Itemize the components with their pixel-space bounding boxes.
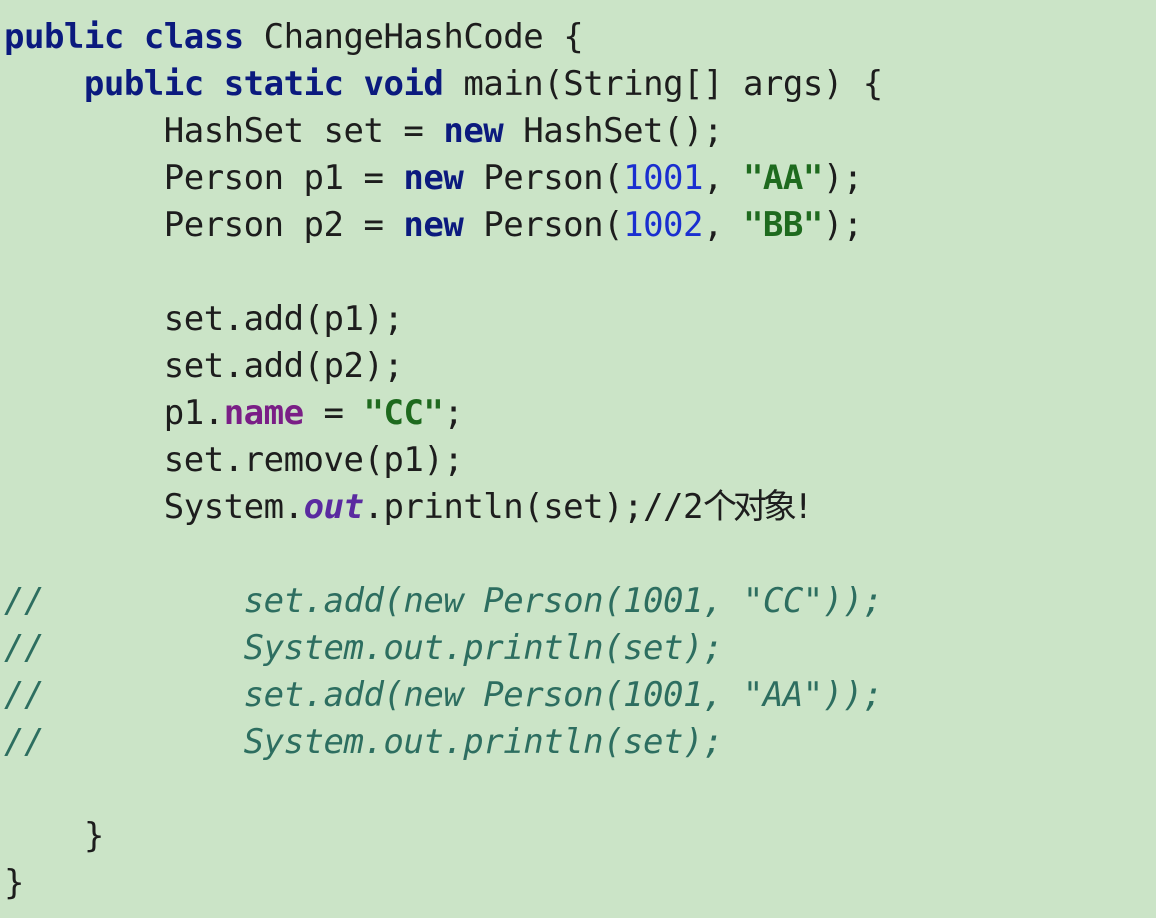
comment-text: 个对象: [702, 487, 797, 527]
code-line-16: // System.out.println(set);: [4, 719, 883, 766]
code-text: ChangeHashCode {: [243, 17, 584, 57]
code-text: }: [4, 863, 24, 903]
code-text: HashSet set =: [163, 111, 444, 151]
code-editor[interactable]: public class ChangeHashCode { public sta…: [0, 0, 1156, 918]
code-text: Person(: [463, 205, 624, 245]
string-literal: "CC": [363, 393, 444, 433]
code-text: Person(: [463, 158, 624, 198]
comment-line: // System.out.println(set);: [4, 722, 723, 762]
keyword: new: [403, 158, 464, 198]
code-text: );: [822, 158, 863, 198]
static-field: out: [303, 487, 364, 527]
code-text: p1.: [163, 393, 224, 433]
code-line-10: set.remove(p1);: [4, 437, 883, 484]
code-line-2: public static void main(String[] args) {: [4, 61, 883, 108]
code-line-4: Person p1 = new Person(1001, "AA");: [4, 155, 883, 202]
keyword: new: [443, 111, 504, 151]
comment-line: // set.add(new Person(1001, "AA"));: [4, 675, 883, 715]
string-literal: "AA": [742, 158, 823, 198]
number-literal: 1002: [623, 205, 703, 245]
comment-line: // set.add(new Person(1001, "CC"));: [4, 581, 883, 621]
code-text: .println(set);//2: [363, 487, 703, 527]
code-text: }: [83, 816, 104, 856]
code-text: set.remove(p1);: [163, 440, 464, 480]
code-line-3: HashSet set = new HashSet();: [4, 108, 883, 155]
keyword: void: [363, 64, 444, 104]
code-text: set.add(p2);: [163, 346, 404, 386]
string-literal: "BB": [742, 205, 823, 245]
comment-line: // System.out.println(set);: [4, 628, 723, 668]
code-line-7: set.add(p1);: [4, 296, 883, 343]
code-line-9: p1.name = "CC";: [4, 390, 883, 437]
code-text: !: [792, 487, 813, 527]
keyword: public: [4, 17, 124, 57]
code-text: HashSet();: [503, 111, 723, 151]
code-text: =: [303, 393, 364, 433]
number-literal: 1001: [623, 158, 703, 198]
code-text: Person p1 =: [163, 158, 404, 198]
keyword: static: [223, 64, 344, 104]
code-line-5: Person p2 = new Person(1002, "BB");: [4, 202, 883, 249]
code-text: System.: [163, 487, 304, 527]
code-text: Person p2 =: [163, 205, 404, 245]
code-text: ,: [702, 158, 743, 198]
code-text: set.add(p1);: [163, 299, 404, 339]
code-line-15: // set.add(new Person(1001, "AA"));: [4, 672, 883, 719]
code-line-14: // System.out.println(set);: [4, 625, 883, 672]
code-line-11: System.out.println(set);//2个对象!: [4, 484, 883, 531]
code-line-13: // set.add(new Person(1001, "CC"));: [4, 578, 883, 625]
code-text: main(String[] args) {: [443, 64, 883, 104]
code-block: public class ChangeHashCode { public sta…: [4, 14, 883, 907]
code-text: );: [822, 205, 863, 245]
code-line-1: public class ChangeHashCode {: [4, 14, 883, 61]
code-text: ;: [443, 393, 464, 433]
field-name: name: [223, 393, 304, 433]
keyword: class: [143, 17, 244, 57]
code-line-19: }: [4, 860, 883, 907]
code-line-18: }: [4, 813, 883, 860]
keyword: new: [403, 205, 464, 245]
keyword: public: [83, 64, 204, 104]
code-text: ,: [702, 205, 743, 245]
code-line-8: set.add(p2);: [4, 343, 883, 390]
